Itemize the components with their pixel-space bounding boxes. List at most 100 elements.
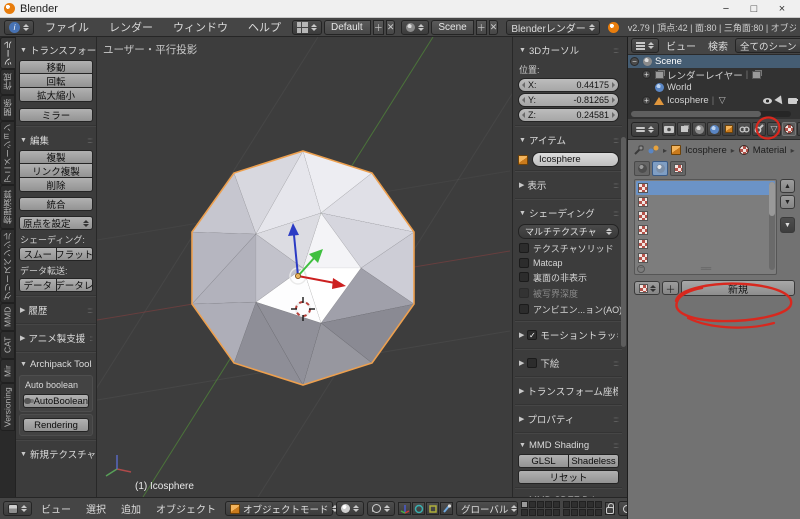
outliner-row-scene[interactable]: − Scene xyxy=(628,55,800,68)
delete-scene-button[interactable]: ✕ xyxy=(488,19,499,35)
list-collapse-icon[interactable]: − xyxy=(637,265,645,273)
3d-viewport[interactable]: ユーザー・平行投影 (1) Icosphere xyxy=(97,37,512,497)
duplicate-button[interactable]: 複製 xyxy=(19,150,93,164)
set-origin-button[interactable]: 原点を設定 xyxy=(19,216,93,230)
checkbox-icon[interactable] xyxy=(519,257,529,268)
move-button[interactable]: 移動 xyxy=(19,60,93,74)
tab-world-icon[interactable] xyxy=(707,122,721,136)
mode-select[interactable]: オブジェクトモード xyxy=(225,501,338,516)
tab-object-data-icon[interactable]: ▽ xyxy=(767,122,781,136)
add-scene-button[interactable]: ＋ xyxy=(475,19,487,35)
shade-flat-button[interactable]: フラット xyxy=(56,247,93,261)
proportional-edit-select[interactable] xyxy=(618,501,627,516)
duplicate-linked-button[interactable]: リンク複製 xyxy=(19,164,93,178)
transform-orientation-select[interactable]: グローバル xyxy=(456,501,518,516)
checkbox-icon[interactable] xyxy=(519,243,529,253)
panel-drag-dots-icon[interactable]: :::: xyxy=(613,359,619,368)
delete-layout-button[interactable]: ✕ xyxy=(385,19,396,35)
menu-view[interactable]: ビュー xyxy=(35,501,77,516)
panel-edit-header[interactable]: ▼ 編集:::: xyxy=(19,130,93,150)
manipulator-pointer-icon[interactable] xyxy=(440,502,453,515)
material-slot-list[interactable]: − ══ xyxy=(634,179,777,275)
icosphere-mesh[interactable] xyxy=(191,150,415,386)
panel-drag-dots-icon[interactable]: :::: xyxy=(613,136,619,145)
close-button[interactable]: × xyxy=(768,0,796,17)
menu-view[interactable]: ビュー xyxy=(661,38,701,53)
translate-manipulator-icon[interactable] xyxy=(398,502,411,515)
slot-list-scrollbar[interactable] xyxy=(769,182,775,270)
panel-drag-dots-icon[interactable]: :::: xyxy=(613,441,619,450)
shading-mode-select[interactable]: マルチテクスチャ xyxy=(518,224,619,239)
panel-new-texture-header[interactable]: ▼新規テクスチャ:::: xyxy=(19,444,96,464)
shade-smooth-button[interactable]: スムー xyxy=(19,247,57,261)
checkbox-icon[interactable] xyxy=(519,272,529,282)
menu-file[interactable]: ファイル xyxy=(36,19,98,35)
material-slot[interactable] xyxy=(636,195,775,209)
minimize-button[interactable]: − xyxy=(712,0,740,17)
panel-archipack-header[interactable]: ▼ Archipack Tools xyxy=(19,356,93,373)
tab-versioning[interactable]: Versioning xyxy=(0,383,15,431)
option-texture-solid[interactable]: テクスチャソリッド xyxy=(518,240,619,256)
panel-transform-header[interactable]: ▼トランスフォーム xyxy=(19,40,96,60)
glsl-button[interactable]: GLSL xyxy=(518,454,569,468)
menu-window[interactable]: ウィンドウ xyxy=(164,19,237,35)
tab-physics[interactable]: 物理演算 xyxy=(0,185,15,229)
lock-to-scene-icon[interactable] xyxy=(605,502,615,515)
visibility-eye-icon[interactable] xyxy=(763,97,772,104)
expand-icon[interactable]: + xyxy=(642,70,651,79)
breadcrumb-material[interactable]: Material xyxy=(753,145,787,156)
editor-type-selector[interactable] xyxy=(631,121,659,137)
cursor-y-field[interactable]: Y: -0.81265 xyxy=(518,93,619,107)
material-slot[interactable] xyxy=(636,237,775,251)
tab-cat[interactable]: CAT xyxy=(0,331,15,359)
rotate-button[interactable]: 回転 xyxy=(19,74,93,88)
slot-specials-button[interactable]: ▼ xyxy=(780,217,795,233)
rendering-button[interactable]: Rendering xyxy=(23,418,89,432)
menu-help[interactable]: ヘルプ xyxy=(239,19,290,35)
panel-history-header[interactable]: ▶ 履歴:::: xyxy=(19,300,93,320)
selectability-cursor-icon[interactable] xyxy=(774,94,786,107)
list-resize-grip[interactable]: ══ xyxy=(701,264,711,273)
context-material-icon[interactable] xyxy=(652,161,668,176)
tab-render-layers-icon[interactable] xyxy=(677,122,691,136)
collapse-icon[interactable]: − xyxy=(630,57,639,66)
panel-transform-orientation-header[interactable]: ▶トランスフォーム座標系 xyxy=(518,381,619,401)
layer-grid-right[interactable] xyxy=(563,501,602,516)
outliner-hscrollbar[interactable] xyxy=(631,111,791,117)
data-layout-button[interactable]: データレ xyxy=(56,278,93,292)
render-engine-select[interactable]: Blenderレンダー xyxy=(506,19,600,35)
add-material-button[interactable]: ＋ xyxy=(662,281,679,296)
delete-button[interactable]: 削除 xyxy=(19,178,93,192)
panel-display-header[interactable]: ▶ 表示:::: xyxy=(518,175,619,195)
tab-relations[interactable]: 関係 xyxy=(0,95,15,121)
rotate-manipulator-icon[interactable] xyxy=(412,502,425,515)
cursor-x-field[interactable]: X: 0.44175 xyxy=(518,78,619,92)
panel-animation-header[interactable]: ▶ アニメ製支援:: xyxy=(19,328,93,348)
panel-shading-header[interactable]: ▼ シェーディング:::: xyxy=(518,203,619,223)
browse-material-button[interactable] xyxy=(634,281,660,295)
tab-constraints-icon[interactable] xyxy=(737,122,751,136)
renderability-camera-icon[interactable] xyxy=(788,97,797,104)
panel-drag-dots-icon[interactable]: :::: xyxy=(87,136,93,145)
outliner-scope-select[interactable]: 全てのシーン xyxy=(735,38,800,53)
scene-icon-button[interactable] xyxy=(401,19,430,35)
panel-drag-dots-icon[interactable]: :::: xyxy=(87,306,93,315)
auto-boolean-button[interactable]: AutoBoolean xyxy=(23,394,89,408)
scale-manipulator-icon[interactable] xyxy=(426,502,439,515)
option-backface-culling[interactable]: 裏面の非表示 xyxy=(518,269,619,285)
material-slot-selected[interactable] xyxy=(636,181,775,195)
material-slot[interactable] xyxy=(636,223,775,237)
outliner-row-world[interactable]: World xyxy=(628,81,800,94)
outliner-row-render-layers[interactable]: + レンダーレイヤー | xyxy=(628,68,800,82)
panel-background-image-header[interactable]: ▶ 下絵:::: xyxy=(518,353,619,373)
reset-button[interactable]: リセット xyxy=(518,470,619,484)
screen-layout-name[interactable]: Default xyxy=(324,19,371,35)
tab-animation[interactable]: アニメーション xyxy=(0,121,15,185)
menu-add[interactable]: 追加 xyxy=(115,501,147,516)
material-slot[interactable] xyxy=(636,209,775,223)
menu-render[interactable]: レンダー xyxy=(100,19,162,35)
material-slot[interactable] xyxy=(636,251,775,265)
tab-render-icon[interactable] xyxy=(662,122,676,136)
cursor-z-field[interactable]: Z: 0.24581 xyxy=(518,108,619,122)
tab-mmd[interactable]: MMD xyxy=(0,303,15,331)
